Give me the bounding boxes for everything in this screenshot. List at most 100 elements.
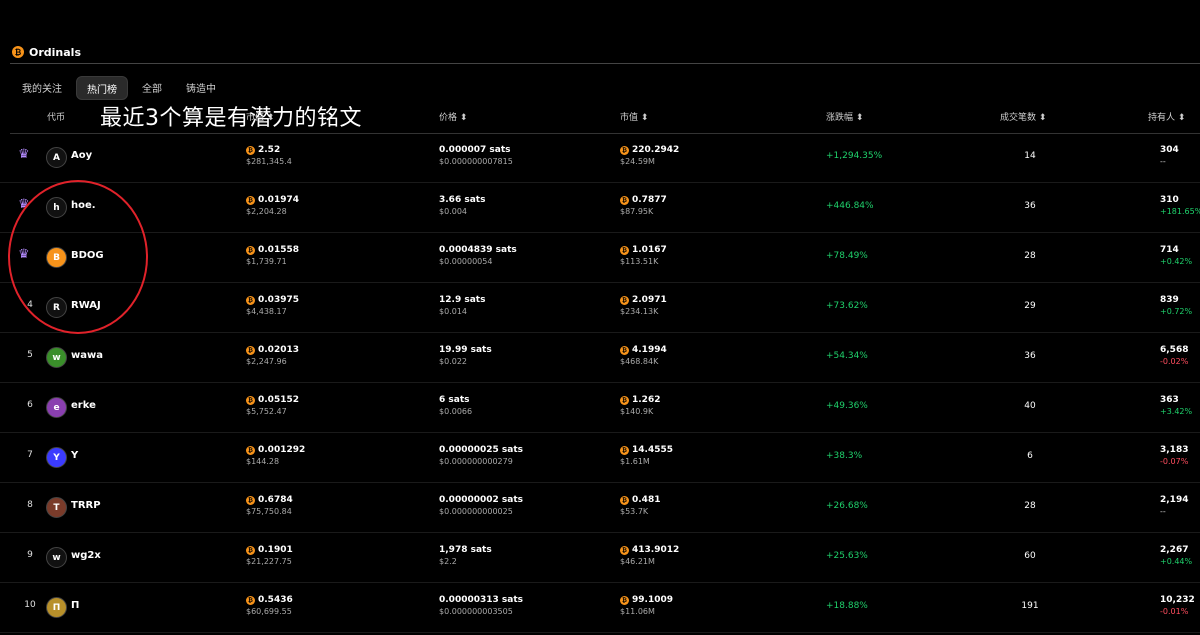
holders-cell: 3,183 -0.07%: [1160, 445, 1189, 466]
table-row[interactable]: 6 e erke ₿ 0.05152 $5,752.47 6 sats $0.0066 ₿ 1.2…: [0, 383, 1200, 433]
token-icon: Π: [46, 597, 67, 618]
table-row[interactable]: 5 w wawa ₿ 0.02013 $2,247.96 19.99 sats $0.022 ₿…: [0, 333, 1200, 383]
table-row[interactable]: 7 Y Υ ₿ 0.001292 $144.28 0.00000025 sats $0.000…: [0, 433, 1200, 483]
tab-minting[interactable]: 铸造中: [176, 76, 226, 98]
market-cap-cell: ₿ 413.9012 $46.21M: [620, 545, 680, 566]
cap-cell: ₿ 0.5436 $60,699.55: [246, 595, 293, 616]
rank-number: 9: [27, 550, 33, 560]
trades-count: 28: [1024, 251, 1036, 261]
token-icon: e: [46, 397, 67, 418]
table-row[interactable]: 10 Π Π ₿ 0.5436 $60,699.55 0.00000313 sats $0.0…: [0, 583, 1200, 633]
bitcoin-icon: ₿: [246, 395, 255, 405]
market-cap-cell: ₿ 1.0167 $113.51K: [620, 245, 667, 266]
change-value: +73.62%: [826, 301, 868, 311]
market-cap-cell: ₿ 1.262 $140.9K: [620, 395, 661, 416]
trades-count: 28: [1024, 501, 1036, 511]
bitcoin-icon: ₿: [12, 46, 24, 58]
bitcoin-icon: ₿: [246, 145, 255, 155]
price-cell: 12.9 sats $0.014: [439, 295, 486, 316]
cap-cell: ₿ 0.03975 $4,438.17: [246, 295, 299, 316]
token-name[interactable]: TRRP: [71, 500, 101, 511]
annotation-text: 最近3个算是有潜力的铭文: [100, 106, 362, 131]
col-change[interactable]: 涨跌幅 ⬍: [826, 110, 863, 123]
sort-icon: ⬍: [855, 113, 864, 123]
trades-count: 40: [1024, 401, 1036, 411]
token-name[interactable]: Aoy: [71, 150, 92, 161]
market-cap-cell: ₿ 4.1994 $468.84K: [620, 345, 667, 366]
price-cell: 0.0004839 sats $0.00000054: [439, 245, 517, 266]
annotation-circle: [8, 180, 148, 334]
holders-cell: 6,568 -0.02%: [1160, 345, 1189, 366]
table-row[interactable]: ♛ B BDOG ₿ 0.01558 $1,739.71 0.0004839 sats $0.…: [0, 233, 1200, 283]
col-holders[interactable]: 持有人 ⬍: [1148, 110, 1185, 123]
sort-icon: ⬍: [640, 113, 649, 123]
rank-number: 8: [27, 500, 33, 510]
holders-cell: 714 +0.42%: [1160, 245, 1193, 266]
col-price[interactable]: 价格 ⬍: [439, 110, 467, 123]
bitcoin-icon: ₿: [246, 245, 255, 255]
price-cell: 0.00000313 sats $0.000000003505: [439, 595, 524, 616]
holders-cell: 310 +181.65%: [1160, 195, 1200, 216]
bitcoin-icon: ₿: [620, 595, 629, 605]
change-value: +54.34%: [826, 351, 868, 361]
cap-cell: ₿ 0.02013 $2,247.96: [246, 345, 299, 366]
col-trades[interactable]: 成交笔数 ⬍: [1000, 110, 1046, 123]
price-cell: 6 sats $0.0066: [439, 395, 473, 416]
tab-watchlist[interactable]: 我的关注: [12, 76, 72, 98]
token-name[interactable]: Π: [71, 600, 79, 611]
trades-count: 191: [1021, 601, 1039, 611]
bitcoin-icon: ₿: [620, 495, 629, 505]
bitcoin-icon: ₿: [620, 295, 629, 305]
trades-count: 60: [1024, 551, 1036, 561]
cap-cell: ₿ 2.52 $281,345.4: [246, 145, 292, 166]
cap-cell: ₿ 0.05152 $5,752.47: [246, 395, 299, 416]
rank-number: 10: [24, 600, 36, 610]
table-row[interactable]: ♛ h hoe. ₿ 0.01974 $2,204.28 3.66 sats $0.004 ₿ 0…: [0, 183, 1200, 233]
cap-cell: ₿ 0.1901 $21,227.75: [246, 545, 293, 566]
tab-bar: 我的关注 热门榜 全部 铸造中: [12, 76, 226, 100]
market-cap-cell: ₿ 14.4555 $1.61M: [620, 445, 673, 466]
bitcoin-icon: ₿: [620, 395, 629, 405]
table-row[interactable]: 8 T TRRP ₿ 0.6784 $75,750.84 0.00000002 sats $0…: [0, 483, 1200, 533]
trades-count: 36: [1024, 351, 1036, 361]
market-cap-cell: ₿ 0.481 $53.7K: [620, 495, 661, 516]
holders-cell: 839 +0.72%: [1160, 295, 1193, 316]
token-name[interactable]: wg2x: [71, 550, 101, 561]
trades-count: 14: [1024, 151, 1036, 161]
page-title: Ordinals: [29, 45, 81, 59]
token-icon: w: [46, 347, 67, 368]
header-divider: [10, 63, 1200, 64]
sort-icon: ⬍: [459, 113, 468, 123]
rank-number: 5: [27, 350, 33, 360]
cap-cell: ₿ 0.01558 $1,739.71: [246, 245, 299, 266]
bitcoin-icon: ₿: [620, 445, 629, 455]
bitcoin-icon: ₿: [620, 245, 629, 255]
tab-all[interactable]: 全部: [132, 76, 172, 98]
col-market-cap[interactable]: 市值 ⬍: [620, 110, 648, 123]
rank-number: 6: [27, 400, 33, 410]
change-value: +18.88%: [826, 601, 868, 611]
bitcoin-icon: ₿: [620, 345, 629, 355]
table-row[interactable]: ♛ A Aoy ₿ 2.52 $281,345.4 0.000007 sats $0.0000…: [0, 133, 1200, 183]
token-name[interactable]: wawa: [71, 350, 103, 361]
token-name[interactable]: Υ: [71, 450, 78, 461]
tab-hot-list[interactable]: 热门榜: [76, 76, 128, 100]
token-icon: A: [46, 147, 67, 168]
market-cap-cell: ₿ 0.7877 $87.95K: [620, 195, 667, 216]
table-row[interactable]: 4 R RWAJ ₿ 0.03975 $4,438.17 12.9 sats $0.014 ₿ 2…: [0, 283, 1200, 333]
change-value: +446.84%: [826, 201, 874, 211]
price-cell: 1,978 sats $2.2: [439, 545, 492, 566]
cap-cell: ₿ 0.6784 $75,750.84: [246, 495, 293, 516]
table-row[interactable]: 9 w wg2x ₿ 0.1901 $21,227.75 1,978 sats $2.2 ₿ 41…: [0, 533, 1200, 583]
holders-cell: 2,267 +0.44%: [1160, 545, 1193, 566]
bitcoin-icon: ₿: [246, 445, 255, 455]
page-header: ₿ Ordinals: [12, 43, 81, 61]
trades-count: 29: [1024, 301, 1036, 311]
token-name[interactable]: erke: [71, 400, 96, 411]
change-value: +49.36%: [826, 401, 868, 411]
token-table: ♛ A Aoy ₿ 2.52 $281,345.4 0.000007 sats $0.0000…: [0, 133, 1200, 633]
bitcoin-icon: ₿: [246, 545, 255, 555]
change-value: +1,294.35%: [826, 151, 883, 161]
bitcoin-icon: ₿: [620, 195, 629, 205]
market-cap-cell: ₿ 220.2942 $24.59M: [620, 145, 680, 166]
